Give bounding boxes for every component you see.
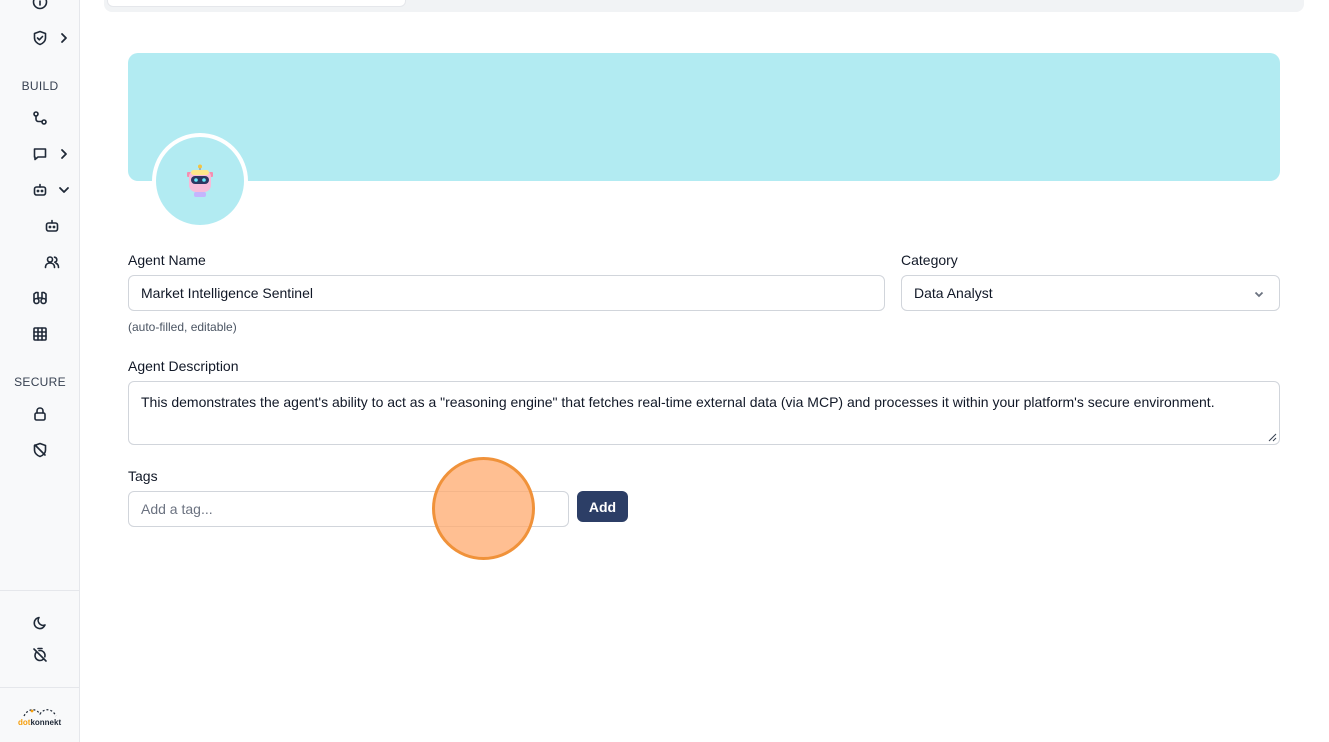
tab-basics[interactable] — [107, 0, 406, 7]
timer-off-icon[interactable] — [28, 643, 52, 667]
bot-small-icon[interactable] — [40, 214, 64, 238]
chevron-down-icon[interactable] — [57, 183, 71, 197]
profile-banner[interactable] — [128, 53, 1280, 181]
chevron-right-icon[interactable] — [57, 147, 71, 161]
bot-icon[interactable] — [28, 178, 52, 202]
grid-icon[interactable] — [28, 322, 52, 346]
chevron-right-icon[interactable] — [57, 31, 71, 45]
logo-text: dotkonnekt — [18, 718, 61, 727]
section-secure: SECURE — [14, 375, 66, 389]
category-value: Data Analyst — [914, 285, 993, 301]
shield-off-icon[interactable] — [28, 438, 52, 462]
add-tag-button[interactable]: Add — [577, 491, 628, 522]
category-label: Category — [901, 252, 958, 268]
agent-name-hint: (auto-filled, editable) — [128, 320, 237, 334]
tab-models-reasoning[interactable] — [484, 0, 624, 2]
info-icon[interactable] — [28, 0, 52, 14]
resize-handle-icon[interactable] — [1267, 432, 1277, 442]
agent-name-input[interactable]: Market Intelligence Sentinel — [128, 275, 885, 311]
sidebar-divider — [0, 590, 80, 591]
users-icon[interactable] — [40, 250, 64, 274]
agent-description-text: This demonstrates the agent's ability to… — [141, 394, 1215, 410]
tab-persona[interactable] — [1084, 0, 1224, 2]
agent-name-label: Agent Name — [128, 252, 206, 268]
lock-icon[interactable] — [28, 402, 52, 426]
agent-avatar[interactable] — [152, 133, 248, 229]
tag-input-placeholder: Add a tag... — [141, 501, 213, 517]
logo-suffix: konnekt — [30, 718, 62, 727]
moon-icon[interactable] — [28, 611, 52, 635]
section-build: BUILD — [21, 79, 59, 93]
agent-description-label: Agent Description — [128, 358, 239, 374]
agent-description-textarea[interactable]: This demonstrates the agent's ability to… — [128, 381, 1280, 445]
sidebar: BUILD SECURE dotkonnekt — [0, 0, 80, 742]
sidebar-divider — [0, 687, 80, 688]
tags-label: Tags — [128, 468, 158, 484]
shield-check-icon[interactable] — [28, 26, 52, 50]
chevron-down-icon — [1253, 287, 1265, 299]
category-select[interactable]: Data Analyst — [901, 275, 1280, 311]
tab-tools-memory[interactable] — [749, 0, 949, 2]
tab-strip — [104, 0, 1304, 12]
workflow-icon[interactable] — [28, 106, 52, 130]
chat-icon[interactable] — [28, 142, 52, 166]
robot-icon — [187, 164, 213, 197]
click-indicator — [432, 457, 535, 560]
logo-prefix: dot — [18, 718, 31, 727]
binoculars-icon[interactable] — [28, 286, 52, 310]
